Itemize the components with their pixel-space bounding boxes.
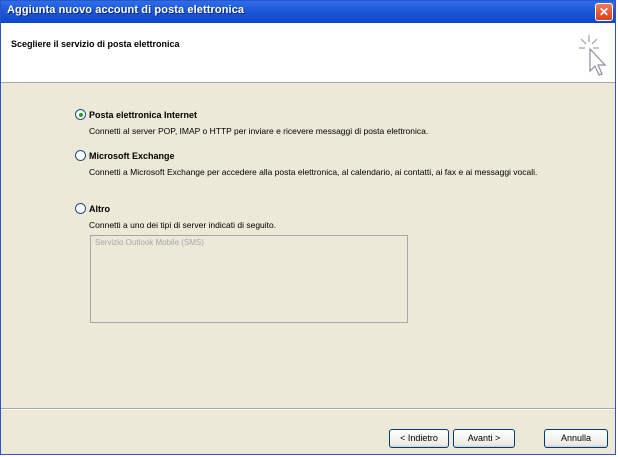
radio-exchange[interactable] [75, 150, 86, 161]
wizard-content: Posta elettronica Internet Connetti al s… [1, 83, 615, 408]
dialog-window: Aggiunta nuovo account di posta elettron… [0, 0, 616, 455]
option-label: Microsoft Exchange [89, 150, 175, 161]
option-description: Connetti al server POP, IMAP o HTTP per … [89, 126, 429, 136]
option-label: Posta elettronica Internet [89, 109, 198, 120]
close-icon: ✕ [598, 5, 610, 19]
list-item: Servizio Outlook Mobile (SMS) [95, 238, 204, 247]
option-internet-email[interactable]: Posta elettronica Internet [75, 109, 197, 120]
option-description: Connetti a uno dei tipi di server indica… [89, 220, 277, 230]
title-bar[interactable]: Aggiunta nuovo account di posta elettron… [1, 1, 615, 23]
option-exchange[interactable]: Microsoft Exchange [75, 150, 175, 161]
option-label: Altro [89, 203, 110, 214]
option-other[interactable]: Altro [75, 203, 110, 214]
back-button[interactable]: < Indietro [389, 429, 449, 448]
cancel-button[interactable]: Annulla [544, 429, 608, 448]
page-title: Scegliere il servizio di posta elettroni… [11, 39, 180, 49]
next-button[interactable]: Avanti > [453, 429, 515, 448]
other-server-list[interactable]: Servizio Outlook Mobile (SMS) [90, 235, 408, 323]
radio-other[interactable] [75, 203, 86, 214]
wizard-header: Scegliere il servizio di posta elettroni… [1, 23, 615, 83]
footer-divider [1, 408, 615, 410]
option-description: Connetti a Microsoft Exchange per accede… [89, 167, 538, 177]
radio-internet-email[interactable] [75, 109, 86, 120]
cursor-sparkle-icon [579, 35, 607, 76]
window-title: Aggiunta nuovo account di posta elettron… [7, 4, 245, 16]
close-button[interactable]: ✕ [595, 3, 613, 21]
